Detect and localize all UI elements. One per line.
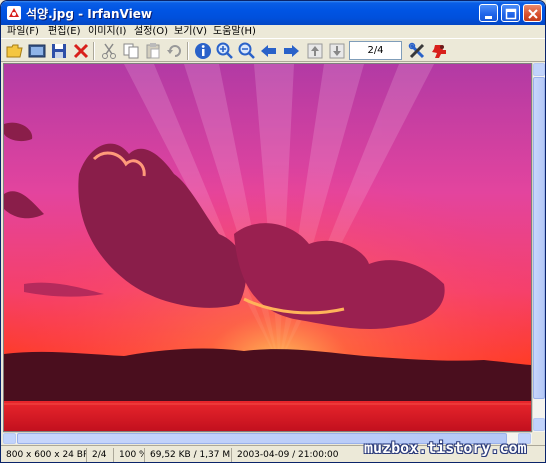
settings-button[interactable] bbox=[407, 41, 427, 61]
toolbar-separator bbox=[187, 42, 189, 60]
vertical-scrollbar[interactable] bbox=[532, 63, 545, 432]
exit-icon bbox=[432, 45, 446, 58]
scroll-left-button[interactable] bbox=[3, 433, 16, 444]
slideshow-button[interactable] bbox=[27, 41, 47, 61]
slideshow-icon bbox=[28, 44, 46, 58]
status-file-size: 69,52 KB / 1,37 MB bbox=[150, 448, 232, 462]
menu-view[interactable]: 보기(V) bbox=[174, 25, 207, 38]
toolbar-separator bbox=[93, 42, 95, 60]
zoom-out-button[interactable] bbox=[237, 41, 257, 61]
close-button[interactable] bbox=[523, 4, 542, 22]
save-icon bbox=[52, 44, 66, 58]
menu-help[interactable]: 도움말(H) bbox=[213, 25, 256, 38]
status-zoom: 100 % bbox=[119, 448, 145, 462]
undo-icon bbox=[167, 45, 181, 57]
settings-tools-icon bbox=[408, 42, 425, 59]
scroll-up-button[interactable] bbox=[533, 63, 545, 76]
paste-button[interactable] bbox=[143, 41, 163, 61]
last-page-icon bbox=[329, 43, 345, 59]
next-button[interactable] bbox=[281, 41, 301, 61]
watermark-text: muzbox.tistory.com bbox=[364, 439, 527, 457]
menu-image[interactable]: 이미지(I) bbox=[88, 25, 126, 38]
toolbar: 2/4 bbox=[1, 38, 545, 62]
open-button[interactable] bbox=[5, 41, 25, 61]
window-title: 석양.jpg - IrfanView bbox=[26, 7, 152, 21]
image-viewport[interactable] bbox=[3, 63, 532, 432]
menu-bar: 파일(F) 편집(E) 이미지(I) 설정(O) 보기(V) 도움말(H) bbox=[1, 25, 545, 38]
page-number-field[interactable]: 2/4 bbox=[349, 41, 402, 60]
cut-button[interactable] bbox=[99, 41, 119, 61]
maximize-icon bbox=[505, 8, 517, 20]
close-icon bbox=[528, 9, 538, 19]
zoom-in-button[interactable] bbox=[215, 41, 235, 61]
maximize-button[interactable] bbox=[501, 4, 520, 22]
menu-edit[interactable]: 편집(E) bbox=[48, 25, 81, 38]
first-page-icon bbox=[307, 43, 323, 59]
status-datetime: 2003-04-09 / 21:00:00 bbox=[237, 450, 339, 460]
minimize-button[interactable] bbox=[479, 4, 498, 22]
cut-icon bbox=[102, 43, 116, 59]
zoom-in-icon bbox=[216, 42, 233, 59]
paste-icon bbox=[146, 43, 160, 59]
save-button[interactable] bbox=[49, 41, 69, 61]
vertical-scroll-thumb[interactable] bbox=[533, 77, 545, 399]
status-dimensions: 800 x 600 x 24 BPP bbox=[6, 448, 87, 462]
irfanview-window: 석양.jpg - IrfanView 파일(F) 편집(E) 이미지(I) 설정… bbox=[0, 0, 546, 463]
next-arrow-icon bbox=[284, 45, 299, 57]
undo-button[interactable] bbox=[165, 41, 185, 61]
info-icon bbox=[195, 43, 211, 59]
previous-arrow-icon bbox=[261, 45, 276, 57]
irfanview-app-icon[interactable] bbox=[6, 5, 22, 21]
delete-icon bbox=[73, 43, 89, 59]
menu-options[interactable]: 설정(O) bbox=[134, 25, 168, 38]
last-page-button[interactable] bbox=[327, 41, 347, 61]
previous-button[interactable] bbox=[259, 41, 279, 61]
copy-button[interactable] bbox=[121, 41, 141, 61]
copy-icon bbox=[123, 43, 139, 59]
open-folder-icon bbox=[6, 44, 23, 58]
first-page-button[interactable] bbox=[305, 41, 325, 61]
info-button[interactable] bbox=[193, 41, 213, 61]
scroll-down-button[interactable] bbox=[533, 418, 545, 431]
status-page: 2/4 bbox=[90, 448, 114, 462]
menu-file[interactable]: 파일(F) bbox=[7, 25, 39, 38]
sunset-image bbox=[4, 64, 531, 431]
exit-button[interactable] bbox=[429, 41, 449, 61]
minimize-icon bbox=[485, 16, 492, 19]
delete-button[interactable] bbox=[71, 41, 91, 61]
title-bar[interactable]: 석양.jpg - IrfanView bbox=[1, 1, 545, 25]
zoom-out-icon bbox=[238, 42, 255, 59]
